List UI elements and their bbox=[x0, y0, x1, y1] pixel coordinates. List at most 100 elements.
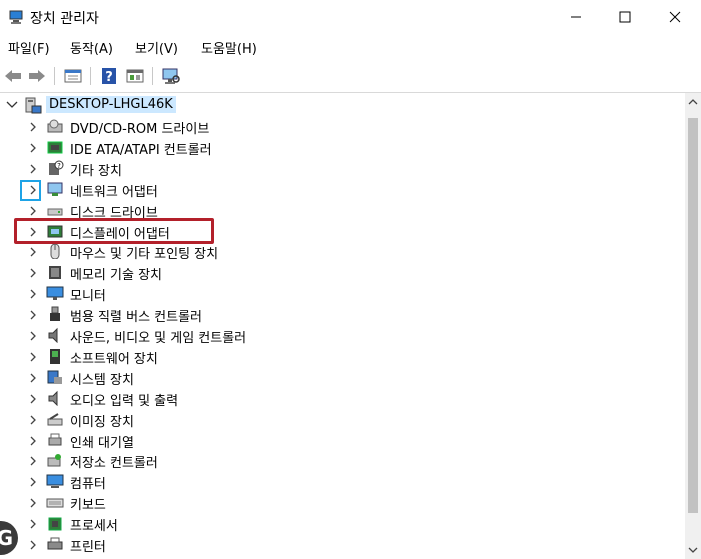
tree-node[interactable]: ? 기타 장치 bbox=[0, 158, 685, 179]
highlight-annotation bbox=[14, 218, 214, 244]
disk-drive-icon bbox=[47, 208, 63, 216]
tree-node-label: 저장소 컨트롤러 bbox=[70, 456, 158, 472]
chevron-right-icon[interactable] bbox=[28, 518, 38, 530]
tree-node[interactable]: IDE ATA/ATAPI 컨트롤러 bbox=[0, 137, 685, 158]
tree-node[interactable]: 프로세서 bbox=[0, 513, 685, 534]
device-manager-app-icon bbox=[9, 10, 23, 24]
properties-icon bbox=[64, 69, 82, 83]
svg-text:?: ? bbox=[105, 70, 113, 85]
update-driver-icon bbox=[126, 69, 144, 83]
chevron-right-icon[interactable] bbox=[28, 435, 38, 447]
chevron-right-icon[interactable] bbox=[28, 414, 38, 426]
chevron-right-icon[interactable] bbox=[28, 351, 38, 363]
vertical-scrollbar[interactable] bbox=[685, 93, 701, 559]
tree-node-label: 시스템 장치 bbox=[70, 372, 134, 388]
tree-root-computer[interactable]: DESKTOP-LHGL46K bbox=[0, 95, 685, 116]
mouse-icon bbox=[50, 243, 60, 260]
chevron-down-icon[interactable] bbox=[6, 101, 18, 109]
tree-node[interactable]: 마우스 및 기타 포인팅 장치 bbox=[0, 241, 685, 262]
toolbar: ? bbox=[0, 60, 701, 93]
imaging-device-icon bbox=[47, 412, 63, 426]
ide-controller-icon bbox=[47, 141, 63, 154]
toolbar-separator bbox=[152, 67, 153, 85]
memory-device-icon bbox=[49, 266, 61, 280]
scroll-up-icon[interactable] bbox=[688, 98, 698, 106]
chevron-right-icon[interactable] bbox=[28, 539, 38, 551]
scrollbar-thumb[interactable] bbox=[688, 118, 698, 513]
tree-node-label: 키보드 bbox=[70, 498, 106, 514]
scan-hardware-button[interactable] bbox=[160, 65, 182, 87]
forward-button[interactable] bbox=[26, 65, 48, 87]
tree-node[interactable]: 오디오 입력 및 출력 bbox=[0, 388, 685, 409]
tree-node-label: IDE ATA/ATAPI 컨트롤러 bbox=[70, 142, 212, 158]
focus-outline bbox=[20, 180, 41, 201]
dvd-drive-icon bbox=[47, 119, 63, 133]
tree-node-label: 오디오 입력 및 출력 bbox=[70, 393, 179, 409]
chevron-right-icon[interactable] bbox=[28, 267, 38, 279]
chevron-right-icon[interactable] bbox=[28, 497, 38, 509]
chevron-right-icon[interactable] bbox=[28, 476, 38, 488]
tree-node-label: 기타 장치 bbox=[70, 163, 122, 179]
chevron-right-icon[interactable] bbox=[28, 330, 38, 342]
tree-root-label: DESKTOP-LHGL46K bbox=[46, 96, 176, 113]
scroll-down-icon[interactable] bbox=[688, 546, 698, 554]
software-device-icon bbox=[50, 348, 60, 364]
menu-file[interactable]: 파일(F) bbox=[8, 38, 50, 57]
svg-text:?: ? bbox=[57, 162, 61, 170]
tree-node[interactable]: 시스템 장치 bbox=[0, 367, 685, 388]
tree-node[interactable]: 키보드 bbox=[0, 492, 685, 513]
tree-node[interactable]: 소프트웨어 장치 bbox=[0, 346, 685, 367]
tree-node-label: 이미징 장치 bbox=[70, 414, 134, 430]
tree-node[interactable]: 메모리 기술 장치 bbox=[0, 262, 685, 283]
menu-help[interactable]: 도움말(H) bbox=[201, 38, 257, 57]
tree-node[interactable]: 범용 직렬 버스 컨트롤러 bbox=[0, 304, 685, 325]
toolbar-separator bbox=[90, 67, 91, 85]
print-queue-icon bbox=[48, 433, 62, 445]
tree-node-label: DVD/CD-ROM 드라이브 bbox=[70, 122, 210, 137]
usb-icon bbox=[50, 306, 60, 322]
help-button[interactable]: ? bbox=[98, 65, 120, 87]
tree-node[interactable]: 모니터 bbox=[0, 283, 685, 304]
tree-node[interactable]: 인쇄 대기열 bbox=[0, 430, 685, 451]
chevron-right-icon[interactable] bbox=[28, 142, 38, 154]
tree-node[interactable]: 이미징 장치 bbox=[0, 409, 685, 430]
chevron-right-icon[interactable] bbox=[28, 309, 38, 321]
tree-node[interactable]: 컴퓨터 bbox=[0, 471, 685, 492]
tree-node-label: 사운드, 비디오 및 게임 컨트롤러 bbox=[70, 331, 247, 346]
chevron-right-icon[interactable] bbox=[28, 121, 38, 133]
chevron-right-icon[interactable] bbox=[28, 163, 38, 175]
tree-node[interactable]: 네트워크 어댑터 bbox=[0, 179, 685, 200]
keyboard-icon bbox=[46, 498, 64, 508]
properties-button[interactable] bbox=[62, 65, 84, 87]
tree-node-label: 범용 직렬 버스 컨트롤러 bbox=[70, 310, 202, 326]
chevron-right-icon[interactable] bbox=[28, 205, 38, 217]
computer-icon bbox=[25, 97, 42, 114]
tree-node-label: 네트워크 어댑터 bbox=[70, 184, 158, 200]
chevron-right-icon[interactable] bbox=[28, 246, 38, 258]
network-adapter-icon bbox=[47, 182, 63, 196]
tree-node[interactable]: 사운드, 비디오 및 게임 컨트롤러 bbox=[0, 325, 685, 346]
menu-action[interactable]: 동작(A) bbox=[70, 38, 113, 57]
tree-node[interactable]: 저장소 컨트롤러 bbox=[0, 450, 685, 471]
tree-node[interactable]: DVD/CD-ROM 드라이브 bbox=[0, 116, 685, 137]
menu-view[interactable]: 보기(V) bbox=[135, 38, 178, 57]
window-title: 장치 관리자 bbox=[30, 11, 99, 27]
tree-node[interactable]: 프린터 bbox=[0, 534, 685, 555]
tree-node-label: 마우스 및 기타 포인팅 장치 bbox=[70, 247, 219, 263]
tree-node-label: 프린터 bbox=[70, 540, 106, 555]
close-button[interactable] bbox=[652, 0, 698, 34]
device-tree[interactable]: DESKTOP-LHGL46K DVD/CD-ROM 드라이브 IDE ATA/A… bbox=[0, 93, 685, 559]
chevron-right-icon[interactable] bbox=[28, 393, 38, 405]
tree-node-label: 컴퓨터 bbox=[70, 477, 106, 493]
chevron-right-icon[interactable] bbox=[28, 372, 38, 384]
menu-bar: 파일(F) 동작(A) 보기(V) 도움말(H) bbox=[0, 34, 701, 60]
back-button[interactable] bbox=[2, 65, 24, 87]
minimize-button[interactable] bbox=[553, 0, 599, 34]
chevron-right-icon[interactable] bbox=[28, 455, 38, 467]
maximize-button[interactable] bbox=[602, 0, 648, 34]
update-driver-button[interactable] bbox=[124, 65, 146, 87]
forward-arrow-icon bbox=[29, 70, 45, 82]
tree-node-label: 메모리 기술 장치 bbox=[70, 268, 162, 284]
sound-icon bbox=[48, 327, 58, 343]
chevron-right-icon[interactable] bbox=[28, 288, 38, 300]
